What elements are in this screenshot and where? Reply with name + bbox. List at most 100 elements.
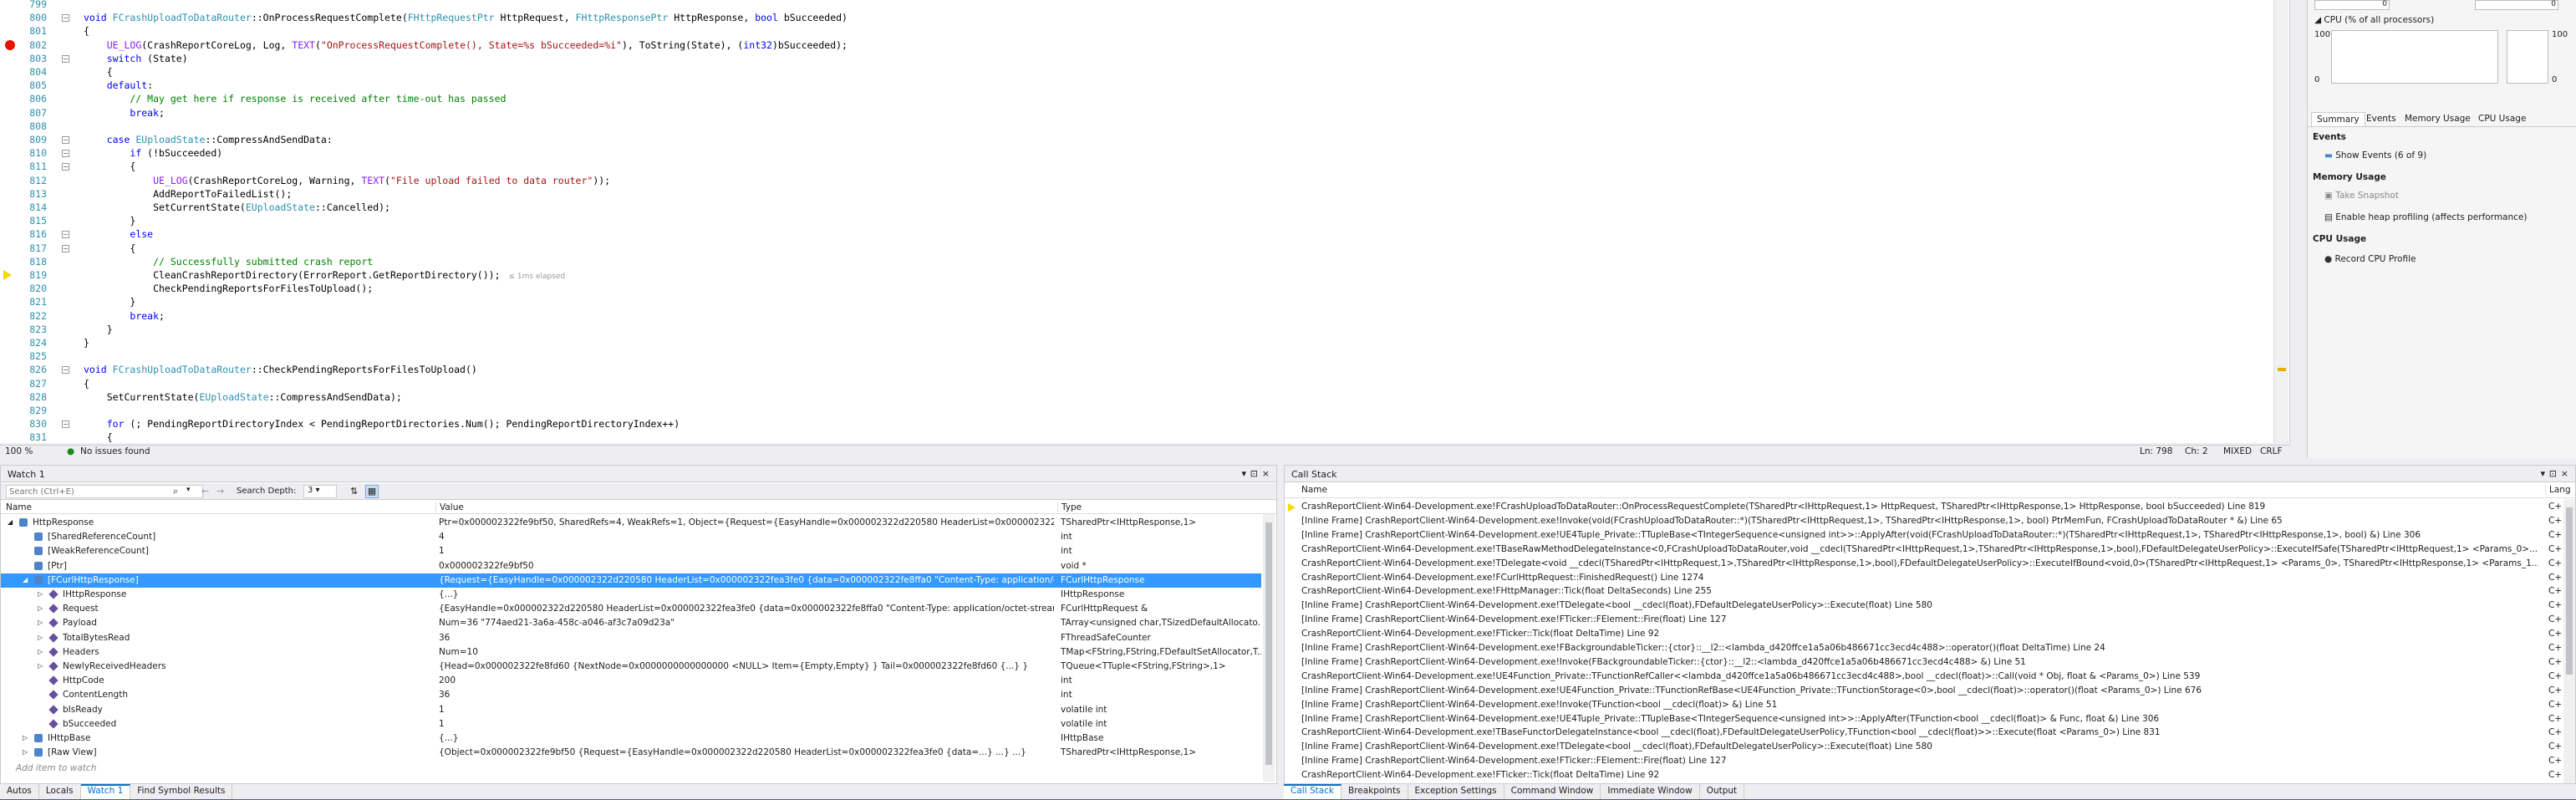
search-icon[interactable]: ⌕: [173, 486, 178, 497]
watch-row[interactable]: ◢ [FCurlHttpResponse] {Request={EasyHandle…: [1, 573, 1261, 588]
line-number[interactable]: 812: [8, 174, 47, 187]
code-line[interactable]: // Successfully submitted crash report: [84, 255, 373, 268]
watch-value[interactable]: Num=36 "774aed21-3a6a-458c-a046-af3c7a09…: [439, 616, 1054, 630]
code-line[interactable]: {: [84, 242, 135, 255]
line-number[interactable]: 828: [8, 390, 47, 404]
expand-toggle-icon[interactable]: ▷: [23, 731, 28, 746]
watch-value[interactable]: 4: [439, 530, 1054, 544]
watch-row[interactable]: [SharedReferenceCount] 4 int: [1, 530, 1261, 544]
line-number[interactable]: 821: [8, 295, 47, 308]
code-line[interactable]: case EUploadState::CompressAndSendData:: [84, 133, 333, 146]
watch-row[interactable]: ▷ Headers Num=10 TMap<FString,FString,FDefa…: [1, 645, 1261, 660]
watch-value[interactable]: {...}: [439, 588, 1054, 602]
tab-call-stack[interactable]: Call Stack: [1284, 784, 1342, 799]
expand-toggle-icon[interactable]: ▷: [38, 645, 43, 660]
code-line[interactable]: break;: [84, 106, 165, 120]
code-line[interactable]: default:: [84, 79, 153, 92]
code-line[interactable]: void FCrashUploadToDataRouter::CheckPend…: [84, 363, 477, 376]
code-line[interactable]: UE_LOG(CrashReportCoreLog, Log, TEXT("On…: [84, 38, 848, 52]
call-stack-frame[interactable]: CrashReportClient-Win64-Development.exe!…: [1285, 557, 2562, 571]
watch-value[interactable]: 36: [439, 631, 1054, 645]
watch-row[interactable]: ▷ IHttpBase {...} IHttpBase: [1, 731, 1261, 746]
tab-summary[interactable]: Summary: [2311, 112, 2365, 126]
tab-find-symbol-results[interactable]: Find Symbol Results: [130, 784, 233, 799]
call-stack-frame[interactable]: CrashReportClient-Win64-Development.exe!…: [1285, 768, 2562, 782]
tab-command-window[interactable]: Command Window: [1504, 784, 1601, 799]
watch-value[interactable]: {Object=0x000002322fe9bf50 {Request={Eas…: [439, 746, 1054, 760]
expand-toggle-icon[interactable]: ▷: [23, 746, 28, 760]
expand-toggle-icon[interactable]: ▷: [38, 616, 43, 630]
editor-gutter[interactable]: 799 800−801 802 803−804 805 806 807 808 809−810−…: [0, 0, 77, 457]
watch-row[interactable]: ▷ NewlyReceivedHeaders {Head=0x000002322fe…: [1, 660, 1261, 674]
pin-icon[interactable]: ⊡: [2549, 468, 2557, 479]
line-number[interactable]: 801: [8, 24, 47, 38]
watch-row[interactable]: [Ptr] 0x000002322fe9bf50 void *: [1, 559, 1261, 573]
line-number[interactable]: 809: [8, 133, 47, 146]
col-value[interactable]: Value: [435, 502, 464, 512]
expand-toggle-icon[interactable]: ▷: [38, 631, 43, 645]
code-line[interactable]: }: [84, 336, 89, 349]
dropdown-icon[interactable]: ▾: [2540, 468, 2545, 479]
expand-toggle-icon[interactable]: ◢: [23, 573, 28, 588]
hex-toggle-icon[interactable]: ▦: [365, 485, 379, 498]
col-name[interactable]: Name: [1301, 485, 1327, 495]
code-line[interactable]: SetCurrentState(EUploadState::CompressAn…: [84, 390, 402, 404]
code-line[interactable]: AddReportToFailedList();: [84, 187, 292, 201]
line-number[interactable]: 824: [8, 336, 47, 349]
watch-row[interactable]: ▷ TotalBytesRead 36 FThreadSafeCounter: [1, 631, 1261, 645]
line-number[interactable]: 808: [8, 120, 47, 133]
code-line[interactable]: void FCrashUploadToDataRouter::OnProcess…: [84, 11, 848, 24]
watch-value[interactable]: 1: [439, 544, 1054, 558]
watch-value[interactable]: {EasyHandle=0x000002322d220580 HeaderLis…: [439, 602, 1054, 616]
fold-toggle-icon[interactable]: −: [62, 231, 69, 239]
code-line[interactable]: break;: [84, 309, 165, 323]
watch-value[interactable]: {Head=0x000002322fe8fd60 {NextNode=0x000…: [439, 660, 1054, 674]
expand-toggle-icon[interactable]: ▷: [38, 602, 43, 616]
cpu-graph-right[interactable]: [2507, 30, 2548, 84]
line-number[interactable]: 831: [8, 431, 47, 444]
line-number[interactable]: 803: [8, 52, 47, 65]
expand-toggle-icon[interactable]: ▷: [38, 588, 43, 602]
tab-autos[interactable]: Autos: [0, 784, 39, 799]
zoom-level[interactable]: 100 %: [5, 446, 33, 456]
line-number[interactable]: 813: [8, 187, 47, 201]
code-line[interactable]: }: [84, 295, 135, 308]
call-stack-frame[interactable]: CrashReportClient-Win64-Development.exe!…: [1285, 627, 2562, 641]
tab-immediate-window[interactable]: Immediate Window: [1601, 784, 1700, 799]
expand-toggle-icon[interactable]: ▷: [38, 660, 43, 674]
call-stack-frame[interactable]: CrashReportClient-Win64-Development.exe!…: [1285, 571, 2562, 585]
call-stack-frame[interactable]: CrashReportClient-Win64-Development.exe!…: [1285, 500, 2562, 514]
fold-toggle-icon[interactable]: −: [62, 14, 69, 23]
line-number[interactable]: 807: [8, 106, 47, 120]
call-stack-frame[interactable]: [Inline Frame] CrashReportClient-Win64-D…: [1285, 599, 2562, 613]
back-arrow-icon[interactable]: ←: [201, 486, 209, 497]
tab-watch-1[interactable]: Watch 1: [80, 784, 131, 799]
watch-row[interactable]: ◢ HttpResponse Ptr=0x000002322fe9bf50, Sha…: [1, 516, 1261, 530]
search-depth-select[interactable]: 3 ▾: [303, 485, 337, 498]
fold-toggle-icon[interactable]: −: [62, 366, 69, 375]
watch-value[interactable]: {Request={EasyHandle=0x000002322d220580 …: [439, 573, 1054, 588]
code-line[interactable]: // May get here if response is received …: [84, 92, 506, 105]
code-line[interactable]: UE_LOG(CrashReportCoreLog, Warning, TEXT…: [84, 174, 610, 187]
watch-row[interactable]: ▷ Request {EasyHandle=0x000002322d220580 H…: [1, 602, 1261, 616]
line-number[interactable]: 819: [8, 268, 47, 282]
line-number[interactable]: 800: [8, 11, 47, 24]
watch-row[interactable]: ▷ [Raw View] {Object=0x000002322fe9bf50 {R…: [1, 746, 1261, 760]
code-line[interactable]: {: [84, 431, 113, 444]
code-line[interactable]: {: [84, 160, 135, 173]
call-stack-frame[interactable]: [Inline Frame] CrashReportClient-Win64-D…: [1285, 740, 2562, 754]
line-number[interactable]: 804: [8, 65, 47, 79]
tab-breakpoints[interactable]: Breakpoints: [1341, 784, 1408, 799]
close-icon[interactable]: ×: [1262, 468, 1270, 479]
fold-toggle-icon[interactable]: −: [62, 150, 69, 158]
call-stack-frame[interactable]: [Inline Frame] CrashReportClient-Win64-D…: [1285, 698, 2562, 712]
pin-icon[interactable]: ⊡: [1250, 468, 1258, 479]
add-item-to-watch[interactable]: Add item to watch: [16, 763, 96, 773]
code-line[interactable]: {: [84, 24, 89, 38]
call-stack-frame[interactable]: CrashReportClient-Win64-Development.exe!…: [1285, 543, 2562, 557]
call-stack-title-bar[interactable]: Call Stack ▾ ⊡ ×: [1285, 466, 2575, 482]
call-stack-frame[interactable]: [Inline Frame] CrashReportClient-Win64-D…: [1285, 641, 2562, 655]
call-stack-frame[interactable]: [Inline Frame] CrashReportClient-Win64-D…: [1285, 684, 2562, 698]
scroll-thumb[interactable]: [2566, 507, 2573, 675]
watch-title-bar[interactable]: Watch 1 ▾ ⊡ ×: [1, 466, 1276, 482]
